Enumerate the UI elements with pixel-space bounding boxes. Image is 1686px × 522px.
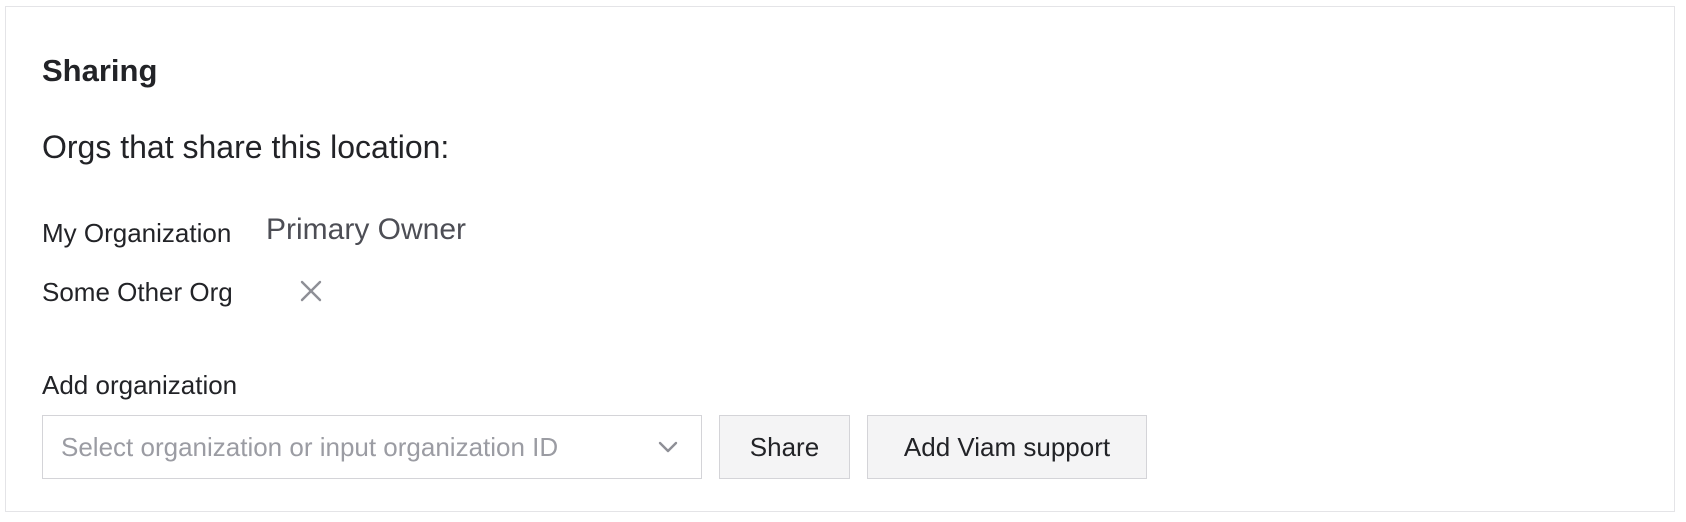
org-role-badge: Primary Owner [266,213,467,246]
panel-title: Sharing [42,53,158,88]
panel-subtitle: Orgs that share this location: [42,129,450,165]
close-icon [300,280,322,302]
sharing-panel: Sharing Orgs that share this location: M… [5,6,1675,512]
org-name: My Organization [42,218,232,248]
share-button[interactable]: Share [719,415,850,479]
organization-input[interactable] [61,428,621,466]
organization-select[interactable] [42,415,702,479]
org-name: Some Other Org [42,277,233,307]
remove-org-button[interactable] [296,276,326,306]
add-viam-support-button[interactable]: Add Viam support [867,415,1147,479]
add-organization-label: Add organization [42,370,238,400]
chevron-down-icon[interactable] [657,436,679,458]
